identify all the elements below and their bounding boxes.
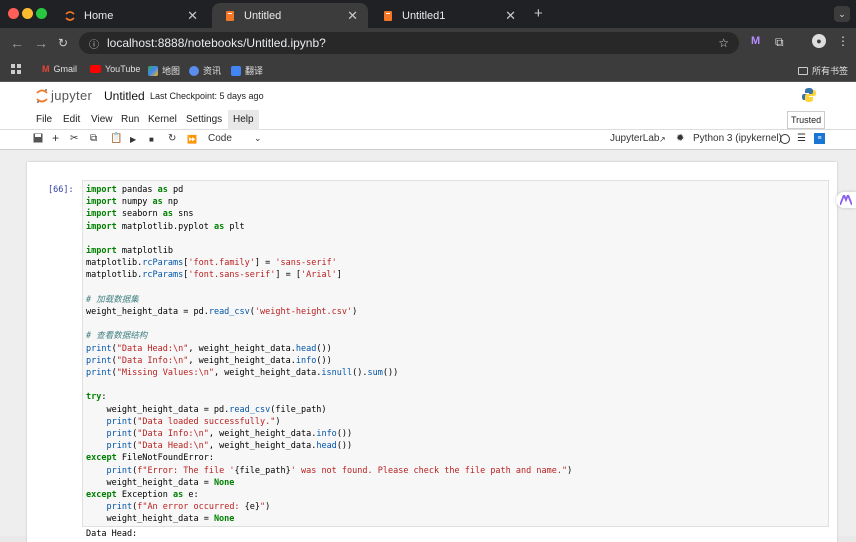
browser-toolbar: ← → ↻ ⓘ localhost:8888/notebooks/Untitle… [0,28,856,58]
tab-home[interactable]: Home ✕ [52,3,208,28]
bookmarks-bar: M Gmail YouTube 地图 资讯 翻译 所有书签 [0,58,856,82]
tab-label: Untitled [244,9,282,22]
bookmark-news[interactable]: 资讯 [189,64,221,77]
checkpoint-text: Last Checkpoint: 5 days ago [150,91,264,101]
sidebar-toggle-icon[interactable]: ≡ [814,133,825,144]
trusted-indicator[interactable]: Trusted [787,111,826,129]
bookmark-label: Gmail [53,64,78,74]
run-icon[interactable]: ▶ [130,135,136,144]
menu-list-icon[interactable]: ☰ [797,133,806,144]
bookmark-maps[interactable]: 地图 [148,64,180,77]
chevron-down-icon[interactable]: ⌄ [254,133,262,144]
menu-help[interactable]: Help [228,110,259,130]
tab-untitled1[interactable]: Untitled1 ✕ [370,3,526,28]
add-cell-icon[interactable]: + [52,131,59,145]
minimize-window-button[interactable] [22,8,33,19]
reload-icon[interactable]: ↻ [58,36,68,50]
jupyter-icon [64,10,76,22]
tab-label: Untitled1 [402,9,446,22]
bookmark-youtube[interactable]: YouTube [90,64,140,74]
cell-type-select[interactable]: Code [208,133,232,144]
apps-grid-icon[interactable] [11,64,21,74]
tab-label: Home [84,9,114,22]
restart-run-all-icon[interactable]: ⏩ [187,135,197,144]
tab-untitled[interactable]: Untitled ✕ [212,3,368,28]
close-icon[interactable]: ✕ [187,8,198,24]
jupyterlab-link[interactable]: JupyterLab [610,133,659,144]
address-bar[interactable]: ⓘ localhost:8888/notebooks/Untitled.ipyn… [79,32,739,54]
code-content[interactable]: import pandas as pd import numpy as np i… [86,184,572,526]
paste-icon[interactable]: 📋 [110,133,122,144]
kernel-debug-icon[interactable]: ✹ [676,133,684,144]
save-icon[interactable] [33,133,43,146]
site-info-icon[interactable]: ⓘ [89,36,99,51]
cell-output: Data Head: [86,529,138,539]
menu-edit[interactable]: Edit [63,114,80,125]
notebook-toolbar: + ✂ ⧉ 📋 ▶ ■ ↻ ⏩ Code ⌄ JupyterLab ↗ ✹ Py… [0,130,856,150]
stop-icon[interactable]: ■ [149,135,154,144]
youtube-icon [90,65,101,73]
bookmark-label: 地图 [162,66,181,76]
close-window-button[interactable] [8,8,19,19]
kernel-name[interactable]: Python 3 (ipykernel) [693,133,782,144]
back-icon[interactable]: ← [10,35,24,51]
bookmark-star-icon[interactable]: ☆ [718,36,729,50]
tab-search-button[interactable]: ⌄ [834,6,850,22]
all-bookmarks-label: 所有书签 [812,66,849,76]
notebook-title[interactable]: Untitled [104,89,145,103]
external-link-icon: ↗ [659,135,666,144]
menu-settings[interactable]: Settings [186,114,222,125]
jupyter-header: jupyter Untitled Last Checkpoint: 5 days… [0,82,856,110]
folder-icon [798,66,808,75]
extensions-puzzle-icon[interactable]: ⧉ [775,35,784,50]
extension-icon[interactable]: M [751,35,760,47]
menu-run[interactable]: Run [121,114,139,125]
kernel-status-icon [780,134,790,144]
floating-assistant-icon[interactable] [836,192,856,208]
bookmark-translate[interactable]: 翻译 [231,64,263,77]
all-bookmarks[interactable]: 所有书签 [798,64,848,77]
notebook-icon [224,10,236,22]
url-text: localhost:8888/notebooks/Untitled.ipynb? [107,36,326,50]
bookmark-label: YouTube [105,64,141,74]
menu-file[interactable]: File [36,114,52,125]
cut-icon[interactable]: ✂ [70,133,78,144]
menu-view[interactable]: View [91,114,113,125]
copy-icon[interactable]: ⧉ [90,133,97,144]
forward-icon[interactable]: → [34,35,48,51]
python-logo-icon [801,87,817,108]
new-tab-button[interactable]: + [534,5,543,22]
close-icon[interactable]: ✕ [347,8,358,24]
bookmark-label: 资讯 [203,66,222,76]
jupyter-logo-text: jupyter [51,88,93,103]
notebook-icon [382,10,394,22]
translate-icon [231,65,241,76]
maps-icon [148,65,158,76]
more-menu-icon[interactable]: ⋮ [837,34,849,48]
profile-avatar-icon[interactable]: ● [812,34,826,48]
restart-icon[interactable]: ↻ [168,133,176,144]
cell-prompt: [66]: [48,185,74,195]
jupyter-logo-icon[interactable] [35,88,49,109]
browser-tab-strip: Home ✕ Untitled ✕ Untitled1 ✕ + ⌄ [0,0,856,28]
maximize-window-button[interactable] [36,8,47,19]
gmail-icon: M [42,64,50,74]
bookmark-label: 翻译 [245,66,264,76]
bookmark-gmail[interactable]: M Gmail [42,64,77,74]
news-icon [189,65,199,76]
menu-kernel[interactable]: Kernel [148,114,177,125]
jupyter-menubar: File Edit View Run Kernel Settings Help … [0,110,856,130]
close-icon[interactable]: ✕ [505,8,516,24]
